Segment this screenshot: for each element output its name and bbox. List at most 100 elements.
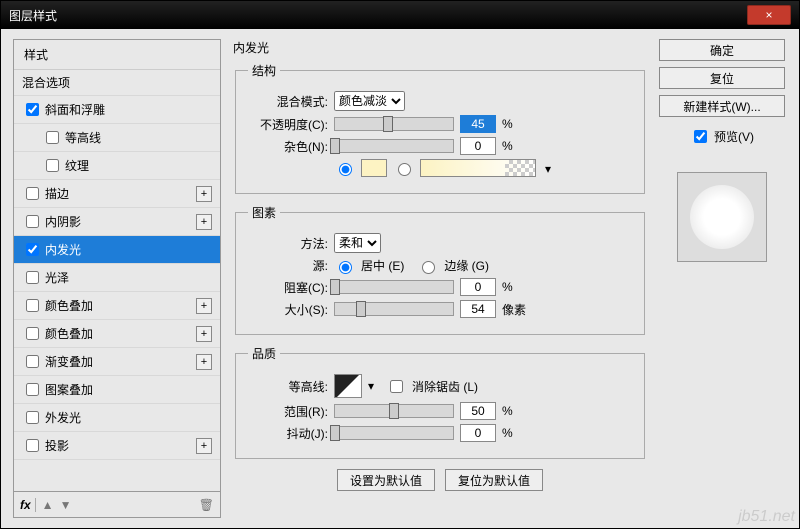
styles-panel: 样式 混合选项 斜面和浮雕 等高线 纹理 描边 + — [1, 29, 221, 528]
move-down-icon[interactable]: ▼ — [60, 498, 72, 512]
contour-label: 等高线: — [248, 378, 328, 395]
style-texture-sub[interactable]: 纹理 — [14, 152, 220, 180]
add-gradient-overlay-button[interactable]: + — [196, 354, 212, 370]
range-input[interactable] — [460, 402, 496, 420]
fx-icon[interactable]: fx — [20, 498, 36, 512]
contour-picker[interactable] — [334, 374, 362, 398]
source-edge-radio[interactable] — [422, 261, 435, 274]
satin-checkbox[interactable] — [26, 271, 39, 284]
options-panel: 内发光 结构 混合模式: 颜色减淡 不透明度(C): % 杂色(N): — [221, 29, 659, 528]
style-stroke[interactable]: 描边 + — [14, 180, 220, 208]
contour-chevron-icon[interactable]: ▾ — [368, 379, 374, 393]
style-satin[interactable]: 光泽 — [14, 264, 220, 292]
size-label: 大小(S): — [248, 301, 328, 318]
source-center-radio[interactable] — [339, 261, 352, 274]
style-drop-shadow[interactable]: 投影 + — [14, 432, 220, 460]
choke-slider[interactable] — [334, 280, 454, 294]
styles-header[interactable]: 样式 — [14, 40, 220, 70]
contour-sub-checkbox[interactable] — [46, 131, 59, 144]
elements-group: 图素 方法: 柔和 源: 居中 (E) 边缘 (G) 阻塞(C): % — [235, 204, 645, 335]
opacity-label: 不透明度(C): — [248, 116, 328, 133]
preview-swatch — [690, 185, 754, 249]
style-color-overlay-2[interactable]: 颜色叠加 + — [14, 320, 220, 348]
move-up-icon[interactable]: ▲ — [42, 498, 54, 512]
range-label: 范围(R): — [248, 403, 328, 420]
blend-mode-select[interactable]: 颜色减淡 — [334, 91, 405, 111]
pattern-overlay-checkbox[interactable] — [26, 383, 39, 396]
style-gradient-overlay[interactable]: 渐变叠加 + — [14, 348, 220, 376]
style-bevel[interactable]: 斜面和浮雕 — [14, 96, 220, 124]
choke-label: 阻塞(C): — [248, 279, 328, 296]
close-button[interactable]: × — [747, 5, 791, 25]
titlebar: 图层样式 × — [1, 1, 799, 29]
technique-label: 方法: — [248, 235, 328, 252]
structure-legend: 结构 — [248, 62, 280, 79]
style-pattern-overlay[interactable]: 图案叠加 — [14, 376, 220, 404]
drop-shadow-checkbox[interactable] — [26, 439, 39, 452]
style-contour-sub[interactable]: 等高线 — [14, 124, 220, 152]
gradient-swatch[interactable]: ▾ — [420, 159, 536, 177]
inner-shadow-checkbox[interactable] — [26, 215, 39, 228]
antialias-label: 消除锯齿 (L) — [412, 378, 478, 395]
blend-mode-label: 混合模式: — [248, 93, 328, 110]
new-style-button[interactable]: 新建样式(W)... — [659, 95, 785, 117]
add-drop-shadow-button[interactable]: + — [196, 438, 212, 454]
size-input[interactable] — [460, 300, 496, 318]
noise-label: 杂色(N): — [248, 138, 328, 155]
jitter-input[interactable] — [460, 424, 496, 442]
stroke-checkbox[interactable] — [26, 187, 39, 200]
gradient-radio[interactable] — [398, 163, 411, 176]
outer-glow-checkbox[interactable] — [26, 411, 39, 424]
antialias-checkbox[interactable] — [390, 380, 403, 393]
style-inner-shadow[interactable]: 内阴影 + — [14, 208, 220, 236]
inner-glow-checkbox[interactable] — [26, 243, 39, 256]
style-color-overlay-1[interactable]: 颜色叠加 + — [14, 292, 220, 320]
close-icon: × — [765, 8, 772, 22]
color-overlay-1-checkbox[interactable] — [26, 299, 39, 312]
texture-sub-checkbox[interactable] — [46, 159, 59, 172]
right-panel: 确定 复位 新建样式(W)... 预览(V) — [659, 29, 799, 528]
preview-box — [677, 172, 767, 262]
window-title: 图层样式 — [9, 7, 747, 24]
technique-select[interactable]: 柔和 — [334, 233, 381, 253]
panel-title: 内发光 — [233, 39, 647, 56]
opacity-slider[interactable] — [334, 117, 454, 131]
quality-group: 品质 等高线: ▾ 消除锯齿 (L) 范围(R): % 抖动(J): — [235, 345, 645, 459]
add-inner-shadow-button[interactable]: + — [196, 214, 212, 230]
size-slider[interactable] — [334, 302, 454, 316]
noise-input[interactable] — [460, 137, 496, 155]
reset-default-button[interactable]: 复位为默认值 — [445, 469, 543, 491]
bevel-checkbox[interactable] — [26, 103, 39, 116]
source-edge-label: 边缘 (G) — [444, 257, 489, 274]
style-inner-glow[interactable]: 内发光 — [14, 236, 220, 264]
color-overlay-2-checkbox[interactable] — [26, 327, 39, 340]
range-unit: % — [502, 404, 513, 418]
add-stroke-button[interactable]: + — [196, 186, 212, 202]
color-swatch[interactable] — [361, 159, 387, 177]
jitter-label: 抖动(J): — [248, 425, 328, 442]
ok-button[interactable]: 确定 — [659, 39, 785, 61]
choke-unit: % — [502, 280, 513, 294]
styles-bottom-bar: fx ▲ ▼ 🗑 — [13, 492, 221, 518]
make-default-button[interactable]: 设置为默认值 — [337, 469, 435, 491]
jitter-slider[interactable] — [334, 426, 454, 440]
noise-unit: % — [502, 139, 513, 153]
opacity-unit: % — [502, 117, 513, 131]
choke-input[interactable] — [460, 278, 496, 296]
structure-group: 结构 混合模式: 颜色减淡 不透明度(C): % 杂色(N): % — [235, 62, 645, 194]
source-label: 源: — [248, 257, 328, 274]
color-radio[interactable] — [339, 163, 352, 176]
style-outer-glow[interactable]: 外发光 — [14, 404, 220, 432]
trash-icon[interactable]: 🗑 — [199, 498, 214, 512]
preview-checkbox[interactable] — [694, 130, 707, 143]
noise-slider[interactable] — [334, 139, 454, 153]
opacity-input[interactable] — [460, 115, 496, 133]
add-color-overlay-1-button[interactable]: + — [196, 298, 212, 314]
gradient-overlay-checkbox[interactable] — [26, 355, 39, 368]
blending-options[interactable]: 混合选项 — [14, 70, 220, 96]
add-color-overlay-2-button[interactable]: + — [196, 326, 212, 342]
elements-legend: 图素 — [248, 204, 280, 221]
chevron-down-icon[interactable]: ▾ — [545, 162, 551, 176]
range-slider[interactable] — [334, 404, 454, 418]
cancel-button[interactable]: 复位 — [659, 67, 785, 89]
